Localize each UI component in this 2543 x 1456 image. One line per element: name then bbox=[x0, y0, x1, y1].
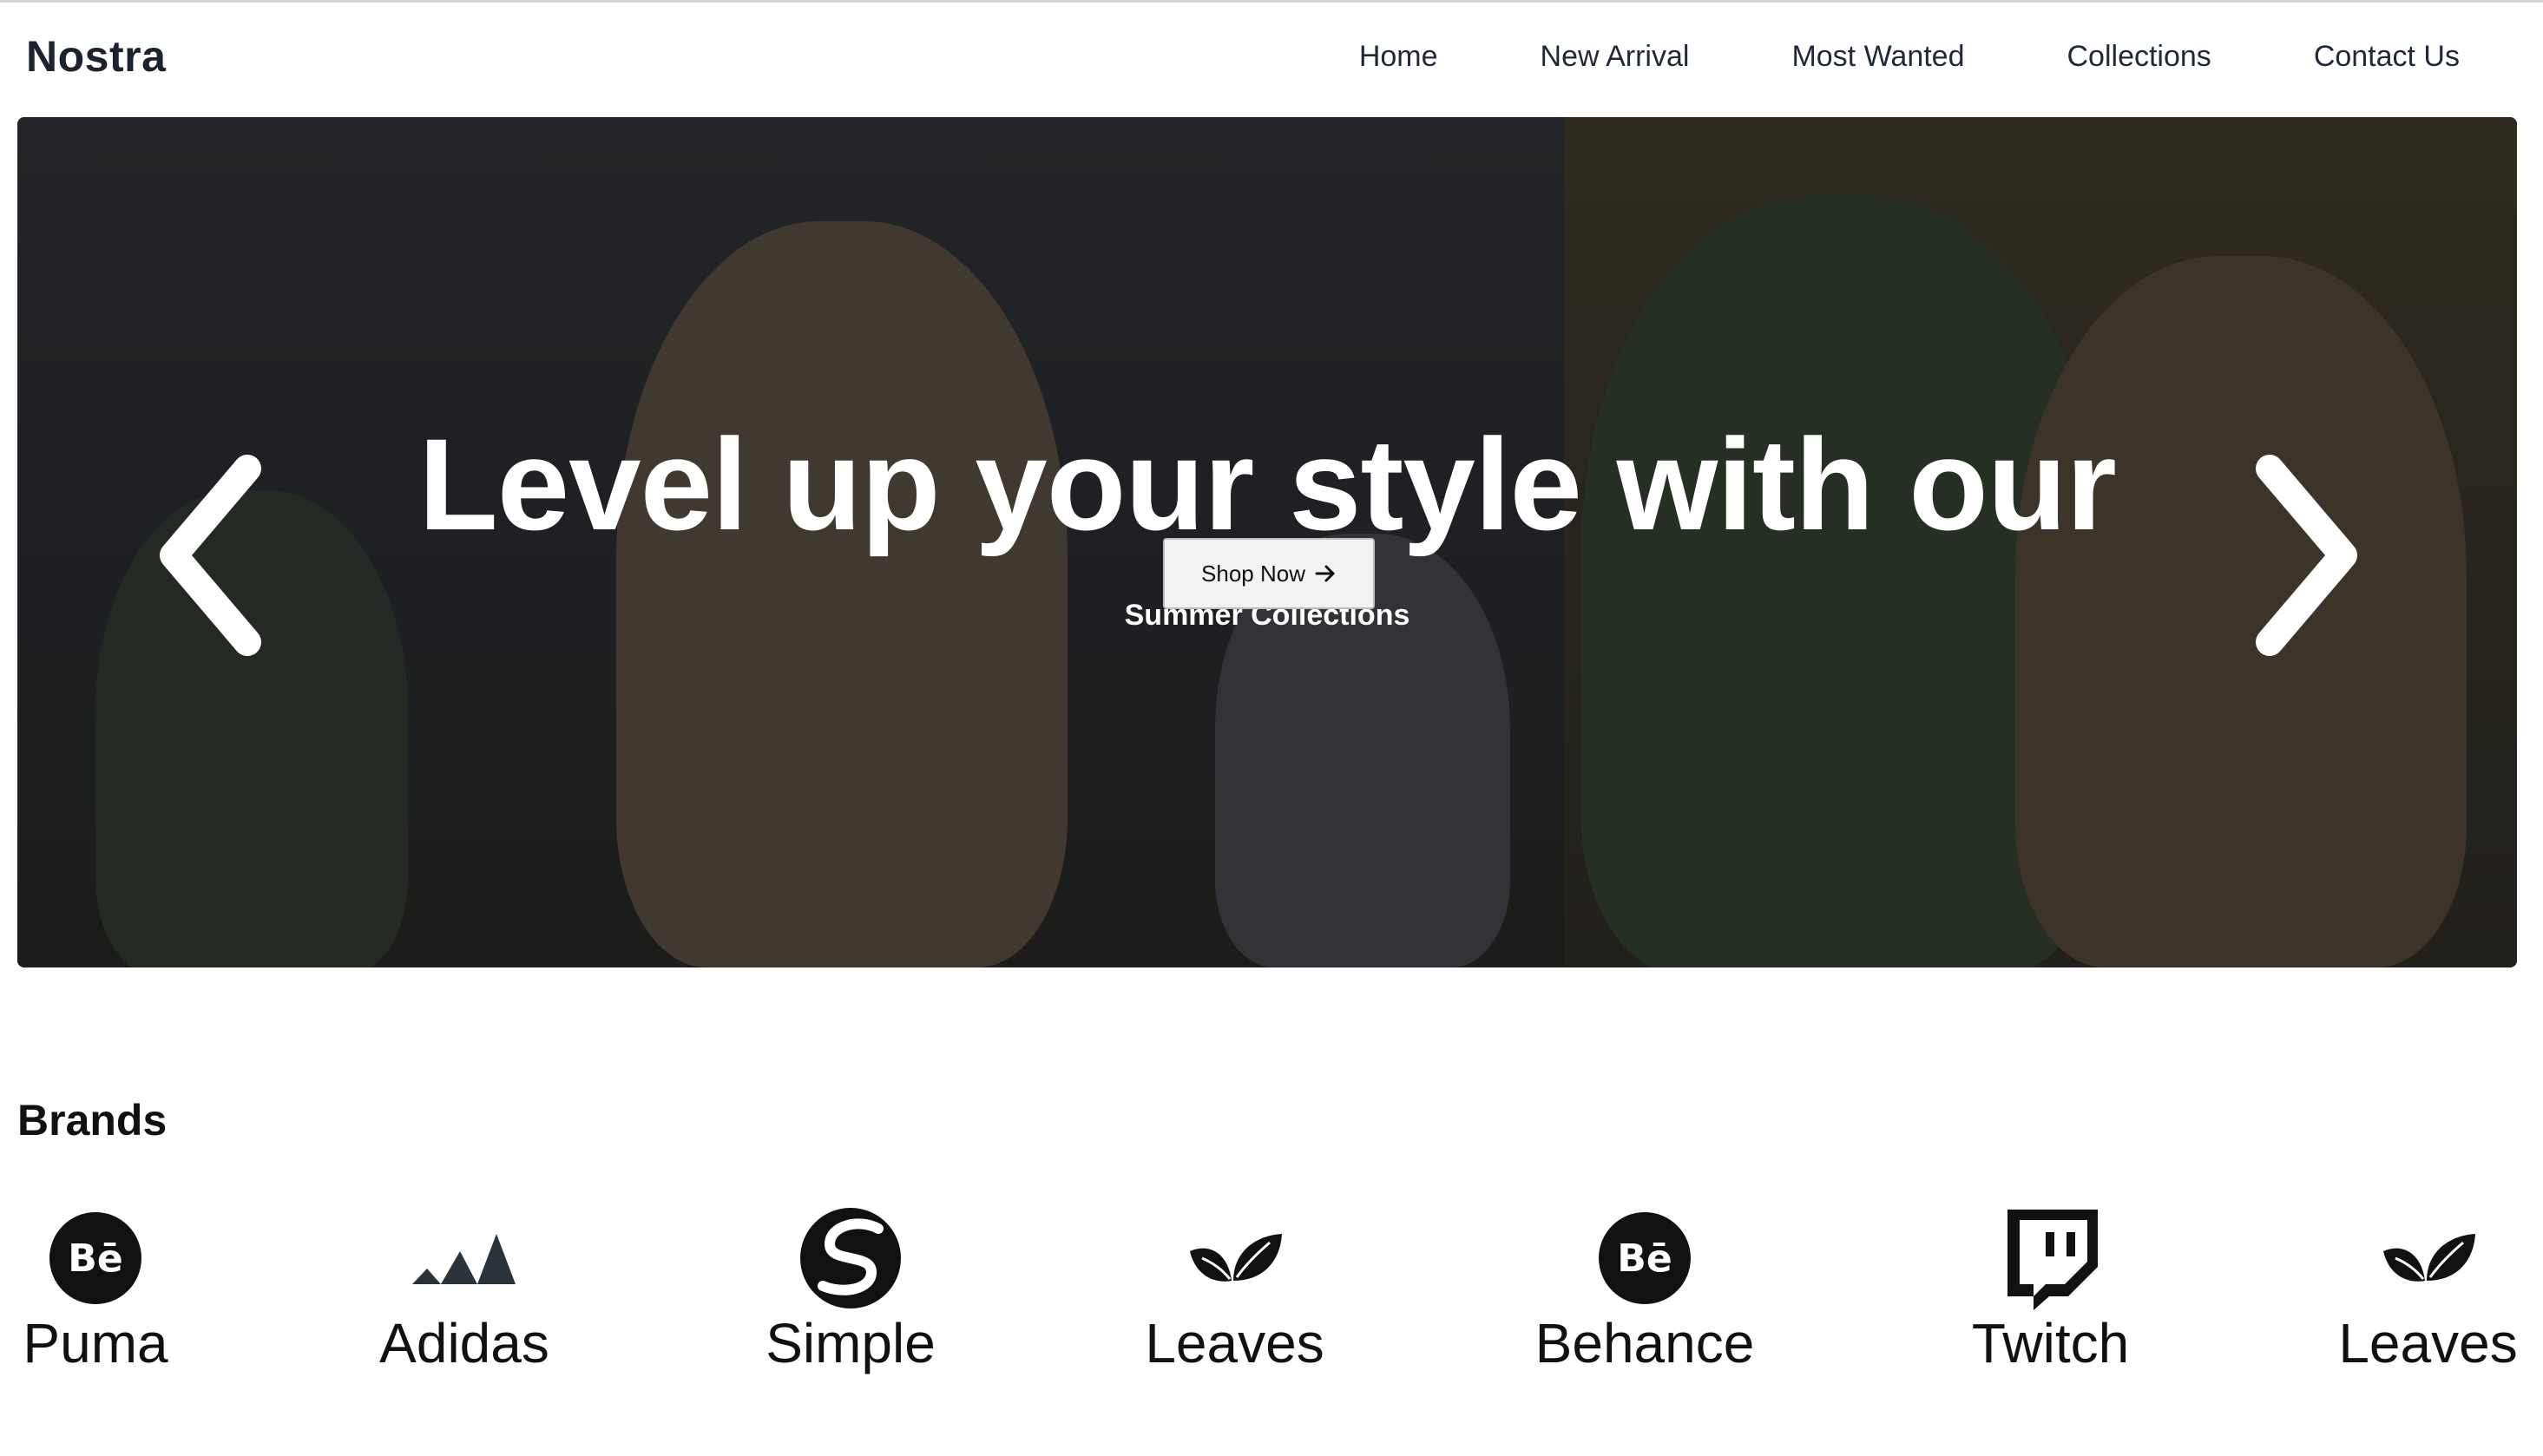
twitch-icon bbox=[2007, 1210, 2098, 1310]
nav-link-most-wanted[interactable]: Most Wanted bbox=[1791, 40, 1964, 74]
behance-icon: Bē bbox=[1599, 1212, 1691, 1304]
shop-now-button[interactable]: Shop Now bbox=[1163, 538, 1375, 609]
chevron-left-icon bbox=[160, 455, 261, 656]
site-logo[interactable]: Nostra bbox=[26, 31, 166, 82]
chevron-right-icon bbox=[2256, 455, 2357, 656]
simple-icon bbox=[800, 1208, 901, 1308]
svg-text:Bē: Bē bbox=[1617, 1236, 1672, 1281]
hero-title: Level up your style with our bbox=[418, 411, 2117, 557]
svg-text:Bē: Bē bbox=[68, 1236, 122, 1281]
brand-item-leaves-2[interactable]: Leaves bbox=[2338, 1206, 2518, 1374]
behance-icon: Bē bbox=[49, 1212, 141, 1304]
brand-name: Twitch bbox=[1971, 1312, 2130, 1374]
main-nav: Home New Arrival Most Wanted Collections… bbox=[1359, 40, 2460, 74]
shop-now-label: Shop Now bbox=[1201, 560, 1305, 587]
nav-link-new-arrival[interactable]: New Arrival bbox=[1541, 40, 1690, 74]
brand-name: Simple bbox=[766, 1312, 936, 1374]
carousel-prev-button[interactable] bbox=[148, 443, 278, 668]
brand-item-leaves[interactable]: Leaves bbox=[1145, 1206, 1324, 1374]
arrow-right-icon bbox=[1315, 565, 1335, 582]
leaves-icon bbox=[2382, 1234, 2475, 1282]
adidas-icon bbox=[412, 1234, 516, 1284]
carousel-next-button[interactable] bbox=[2239, 443, 2369, 668]
nav-link-home[interactable]: Home bbox=[1359, 40, 1438, 74]
brand-item-puma[interactable]: Bē Puma bbox=[17, 1206, 174, 1371]
top-divider bbox=[0, 0, 2543, 3]
leaves-icon bbox=[1189, 1234, 1282, 1282]
brand-item-adidas[interactable]: Adidas bbox=[373, 1206, 555, 1371]
nav-link-collections[interactable]: Collections bbox=[2067, 40, 2211, 74]
brand-name: Leaves bbox=[1145, 1312, 1324, 1374]
brand-item-simple[interactable]: Simple bbox=[764, 1206, 937, 1371]
nav-link-contact-us[interactable]: Contact Us bbox=[2314, 40, 2460, 74]
brand-name: Puma bbox=[23, 1312, 168, 1374]
hero-carousel: Level up your style with our Summer Coll… bbox=[17, 117, 2517, 967]
brand-item-behance[interactable]: Bē Behance bbox=[1532, 1206, 1758, 1371]
brand-item-twitch[interactable]: Twitch bbox=[1966, 1206, 2135, 1371]
brands-heading: Brands bbox=[17, 1096, 168, 1144]
brand-name: Adidas bbox=[379, 1312, 549, 1374]
page: Nostra Home New Arrival Most Wanted Coll… bbox=[0, 0, 2543, 1456]
brand-name: Behance bbox=[1534, 1312, 1755, 1374]
brand-name: Leaves bbox=[2338, 1312, 2518, 1374]
